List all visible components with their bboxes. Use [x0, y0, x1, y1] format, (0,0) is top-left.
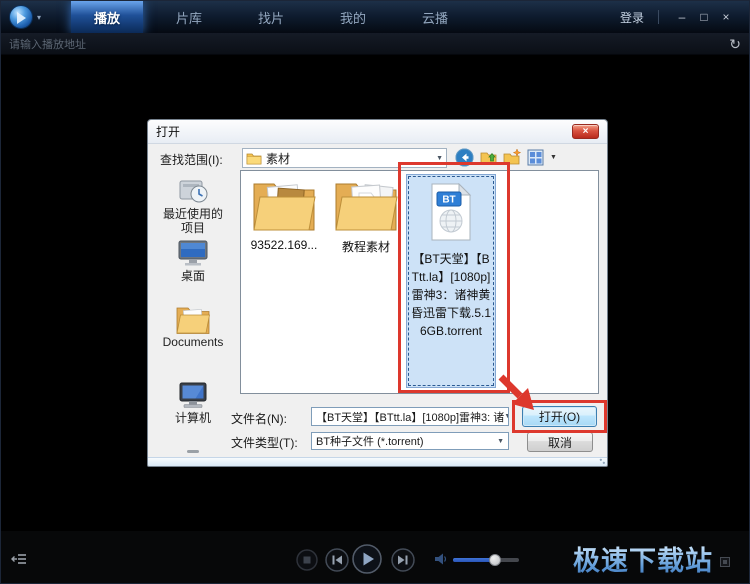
- file-name-label: 文件名(N):: [231, 410, 287, 427]
- new-folder-icon[interactable]: [503, 148, 522, 167]
- tab-play[interactable]: 播放: [71, 1, 143, 33]
- file-list: 93522.169... 教程素材: [240, 170, 599, 394]
- file-name-label: 【BT天堂】【BTtt.la】[1080p]雷神3：诸神黄昏迅雷下载.5.16G…: [409, 250, 493, 340]
- tab-mine[interactable]: 我的: [317, 1, 389, 33]
- documents-folder-icon: [175, 304, 211, 334]
- app-logo-icon: [9, 5, 33, 29]
- previous-button[interactable]: [325, 548, 349, 572]
- dialog-toolbar: ▼: [455, 148, 557, 167]
- player-window: ▾ 播放 片库 找片 我的 云播 登录 – □ × 请输入播放地址 ↻ 打开 ×…: [0, 0, 750, 584]
- player-control-bar: 极速下载站: [1, 531, 749, 583]
- place-label: 桌面: [160, 269, 226, 283]
- look-in-row: 查找范围(I): 素材 ▼: [148, 147, 607, 169]
- chevron-down-icon[interactable]: ▼: [436, 155, 443, 162]
- dialog-title: 打开: [156, 123, 180, 140]
- place-label: 最近使用的项目: [160, 207, 226, 235]
- places-scroll-hint: [187, 450, 199, 453]
- chevron-down-icon[interactable]: ▼: [504, 413, 509, 420]
- resize-grip[interactable]: [599, 458, 605, 464]
- desktop-icon: [176, 238, 210, 268]
- address-input[interactable]: 请输入播放地址: [9, 36, 729, 52]
- back-icon[interactable]: [455, 148, 474, 167]
- file-name-label: 93522.169...: [247, 238, 321, 252]
- file-type-label: 文件类型(T):: [231, 434, 298, 451]
- folder-icon: [251, 177, 317, 233]
- playlist-toggle-icon[interactable]: [11, 553, 27, 565]
- divider: [658, 10, 659, 24]
- torrent-file-icon: BT: [428, 183, 474, 241]
- file-name-combobox[interactable]: 【BT天堂】【BTtt.la】[1080p]雷神3: 诸 ▼: [311, 407, 509, 426]
- topbar-right-controls: 登录 – □ ×: [620, 9, 749, 26]
- playback-address-bar: 请输入播放地址 ↻: [1, 33, 749, 55]
- close-button[interactable]: ×: [715, 10, 737, 24]
- dialog-titlebar[interactable]: 打开 ×: [148, 120, 607, 144]
- top-navigation-bar: ▾ 播放 片库 找片 我的 云播 登录 – □ ×: [1, 1, 749, 33]
- stop-button[interactable]: [296, 549, 318, 571]
- open-button[interactable]: 打开(O): [522, 406, 597, 427]
- place-label: Documents: [160, 335, 226, 349]
- main-tabs: 播放 片库 找片 我的 云播: [71, 1, 481, 33]
- look-in-label: 查找范围(I):: [160, 151, 223, 168]
- app-logo-menu[interactable]: ▾: [1, 5, 57, 29]
- tab-library[interactable]: 片库: [153, 1, 225, 33]
- look-in-value: 素材: [266, 150, 290, 167]
- list-item-torrent-selected[interactable]: BT 【BT天堂】【BTtt.la】[1080p]雷神3：诸神黄昏迅雷下载.5.…: [406, 174, 496, 388]
- folder-icon: [333, 177, 399, 233]
- cancel-button[interactable]: 取消: [527, 432, 593, 452]
- look-in-combobox[interactable]: 素材 ▼: [242, 148, 447, 168]
- volume-icon[interactable]: [435, 553, 448, 565]
- tab-find[interactable]: 找片: [235, 1, 307, 33]
- site-watermark: 极速下载站: [573, 539, 713, 578]
- up-folder-icon[interactable]: [479, 148, 498, 167]
- dialog-close-button[interactable]: ×: [572, 124, 599, 139]
- minimize-button[interactable]: –: [671, 10, 693, 24]
- refresh-icon[interactable]: ↻: [729, 37, 741, 51]
- next-button[interactable]: [391, 548, 415, 572]
- login-button[interactable]: 登录: [620, 9, 644, 26]
- folder-icon: [246, 152, 262, 165]
- list-item-folder[interactable]: 教程素材: [329, 177, 403, 255]
- place-desktop[interactable]: 桌面: [151, 238, 235, 283]
- views-icon[interactable]: [527, 149, 544, 166]
- open-file-dialog: 打开 × 查找范围(I): 素材 ▼: [147, 119, 608, 467]
- recent-items-icon: [176, 174, 210, 206]
- file-name-label: 教程素材: [329, 238, 403, 255]
- play-button[interactable]: [352, 544, 382, 574]
- computer-icon: [176, 380, 210, 410]
- place-recent-items[interactable]: 最近使用的项目: [151, 174, 235, 235]
- list-item-folder[interactable]: 93522.169...: [247, 177, 321, 252]
- place-documents[interactable]: Documents: [151, 304, 235, 349]
- volume-slider[interactable]: [453, 558, 519, 562]
- file-type-value: BT种子文件 (*.torrent): [316, 433, 424, 449]
- views-dropdown-caret-icon[interactable]: ▼: [550, 154, 557, 161]
- chevron-down-icon[interactable]: ▼: [497, 438, 504, 445]
- tab-cloud[interactable]: 云播: [399, 1, 471, 33]
- file-type-combobox[interactable]: BT种子文件 (*.torrent) ▼: [311, 432, 509, 450]
- place-label: 计算机: [160, 411, 226, 425]
- places-bar: 最近使用的项目 桌面 Documents: [151, 170, 235, 462]
- logo-dropdown-caret-icon[interactable]: ▾: [37, 13, 41, 22]
- place-computer[interactable]: 计算机: [151, 380, 235, 425]
- volume-slider-thumb[interactable]: [489, 554, 501, 566]
- maximize-button[interactable]: □: [693, 10, 715, 24]
- file-name-value: 【BT天堂】【BTtt.la】[1080p]雷神3: 诸: [316, 409, 504, 425]
- watermark-corner-icon: [720, 557, 730, 567]
- bt-badge-label: BT: [442, 195, 455, 206]
- dialog-status-strip: [148, 457, 607, 466]
